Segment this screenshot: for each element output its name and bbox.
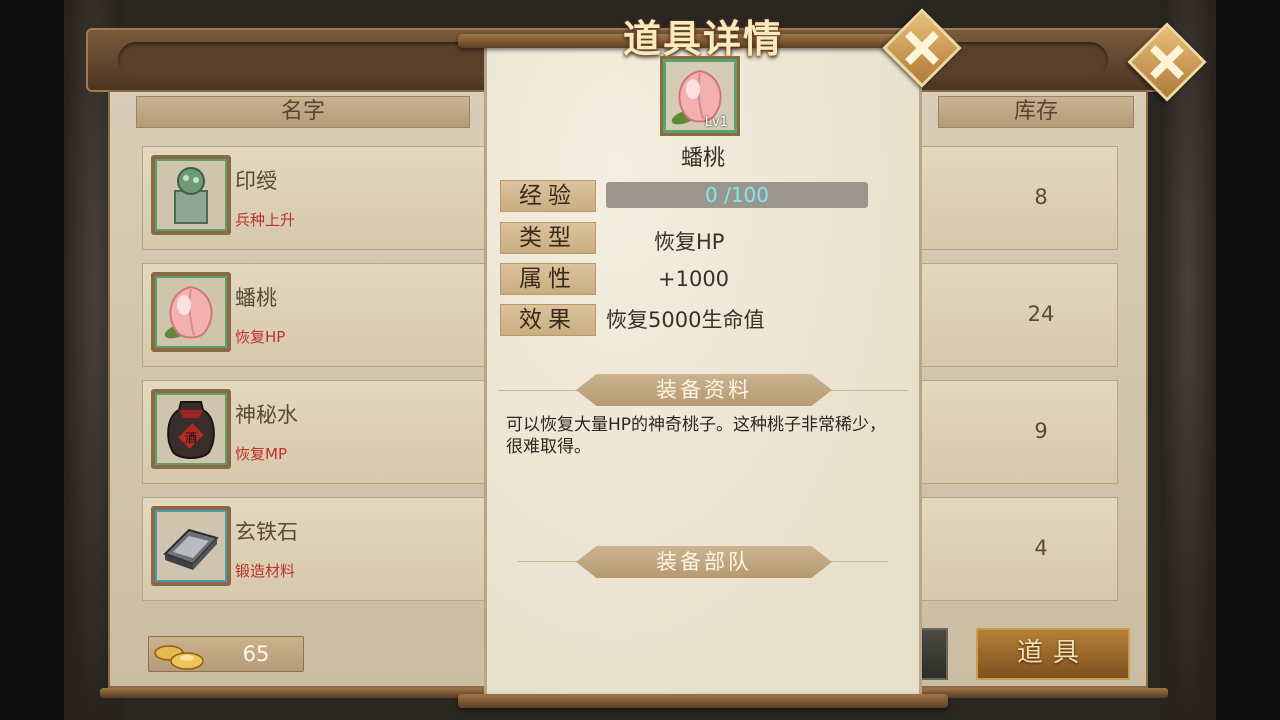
peach-icon (151, 272, 231, 352)
item-detail-popup: 道具详情 Lv1 蟠桃 经验 0 /100 类型 恢复HP 属性 +1000 效… (458, 16, 948, 710)
item-name: 蟠桃 (235, 286, 277, 310)
troops-banner: 装备部队 (576, 546, 832, 578)
scroll-bottom-rod (458, 694, 948, 708)
item-desc: 兵种上升 (235, 211, 296, 229)
game-screen: 名字 库存 印绶 兵种上升 8 蟠桃 恢复HP 24 酒 神秘水 恢复MP 9 … (0, 0, 1280, 720)
wine-jar-icon: 酒 (151, 389, 231, 469)
detail-item-icon: Lv1 (660, 56, 740, 136)
item-description: 可以恢复大量HP的神奇桃子。这种桃子非常稀少，很难取得。 (506, 415, 887, 457)
effect-label: 效果 (500, 304, 596, 336)
item-name: 神秘水 (235, 403, 298, 427)
info-banner: 装备资料 (576, 374, 832, 406)
item-name: 印绶 (235, 169, 277, 193)
level-badge: Lv1 (704, 115, 728, 130)
iron-ingot-icon (151, 506, 231, 586)
attribute-label: 属性 (500, 263, 596, 295)
svg-text:酒: 酒 (185, 431, 197, 445)
item-desc: 恢复HP (235, 328, 286, 346)
effect-value: 恢复5000生命值 (606, 308, 765, 332)
tab-items[interactable]: 道具 (976, 628, 1130, 680)
item-stock: 24 (1027, 302, 1055, 326)
jade-seal-icon (151, 155, 231, 235)
popup-title: 道具详情 (622, 16, 783, 61)
item-name: 玄铁石 (235, 520, 298, 544)
attribute-value: +1000 (658, 267, 730, 291)
column-header-name: 名字 (136, 96, 470, 128)
exp-label: 经验 (500, 180, 596, 212)
item-stock: 9 (1034, 419, 1048, 443)
type-label: 类型 (500, 222, 596, 254)
column-header-stock: 库存 (938, 96, 1134, 128)
gold-counter: 65 (148, 636, 304, 672)
item-desc: 恢复MP (235, 445, 287, 463)
item-stock: 8 (1034, 185, 1048, 209)
exp-bar: 0 /100 (606, 182, 868, 208)
item-desc: 锻造材料 (235, 562, 296, 580)
type-value: 恢复HP (654, 230, 725, 254)
item-stock: 4 (1034, 536, 1048, 560)
detail-item-name: 蟠桃 (680, 146, 725, 171)
gold-value: 65 (242, 642, 270, 666)
